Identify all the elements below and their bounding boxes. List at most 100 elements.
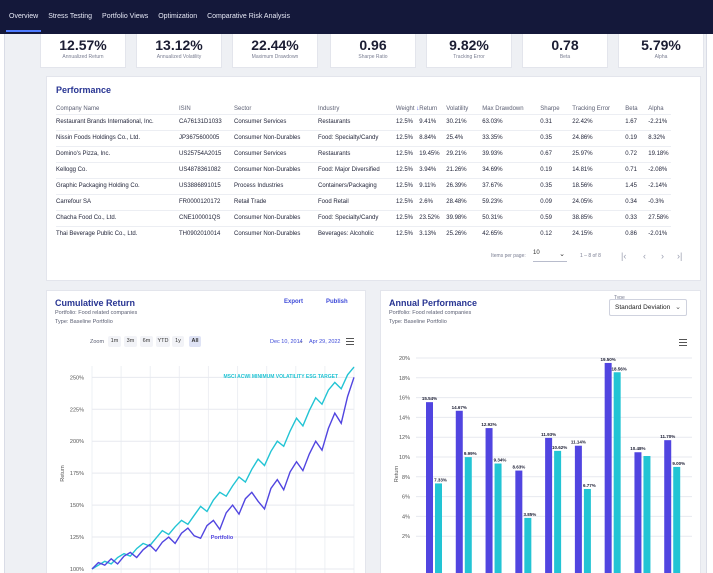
column-header[interactable]: Beta xyxy=(625,104,648,114)
zoom-1m-button[interactable]: 1m xyxy=(108,336,121,347)
table-cell: 8.32% xyxy=(648,129,672,146)
zoom-ytd-button[interactable]: YTD xyxy=(156,336,170,347)
chart-menu-icon[interactable] xyxy=(679,339,687,346)
column-header[interactable]: Volatility xyxy=(446,104,482,114)
bar-data-label: 7.33% xyxy=(434,477,447,482)
column-header[interactable]: Tracking Error xyxy=(572,104,625,114)
table-row[interactable]: Restaurant Brands International, Inc. CA7… xyxy=(56,113,672,130)
metric-value: 0.96 xyxy=(359,37,387,53)
items-per-page-label: Items per page: xyxy=(491,253,526,259)
column-header[interactable]: Sharpe xyxy=(540,104,572,114)
zoom-all-button[interactable]: All xyxy=(189,336,201,347)
column-header-label: Industry xyxy=(318,105,340,112)
table-cell: US25754A2015 xyxy=(179,145,234,162)
chart-menu-icon[interactable] xyxy=(346,338,354,345)
zoom-3m-button[interactable]: 3m xyxy=(124,336,137,347)
top-navigation-bar: Overview Stress Testing Portfolio Views Opt… xyxy=(0,0,713,34)
table-cell: 8.84% xyxy=(419,129,447,146)
column-header[interactable]: ISIN xyxy=(179,104,234,114)
bar[interactable] xyxy=(426,402,433,573)
tab-stress-testing[interactable]: Stress Testing xyxy=(43,0,97,34)
bar[interactable] xyxy=(455,410,463,573)
column-header-label: Max Drawdown xyxy=(482,105,524,112)
table-cell: Carrefour SA xyxy=(56,193,179,210)
last-page-icon[interactable]: ›| xyxy=(677,252,682,261)
column-header-label: Beta xyxy=(625,105,638,112)
table-cell: Consumer Non-Durables xyxy=(234,225,318,242)
table-cell: 23.52% xyxy=(419,209,447,226)
table-row[interactable]: Chacha Food Co., Ltd. CNE100001QS Consumer… xyxy=(56,209,672,226)
type-select[interactable]: Standard Deviation ⌄ xyxy=(609,299,687,316)
bar[interactable] xyxy=(485,428,493,573)
bar[interactable] xyxy=(554,450,562,573)
series-label-benchmark: MSCI ACWI MINIMUM VOLATILITY ESG TARGET xyxy=(223,374,338,380)
bar[interactable] xyxy=(634,452,642,573)
column-header-label: Volatility xyxy=(446,105,469,112)
metric-card: 9.82% Tracking Error xyxy=(426,34,512,68)
table-cell: JP3675600005 xyxy=(179,129,234,146)
bar-data-label: 11.93% xyxy=(541,432,556,437)
zoom-1y-button[interactable]: 1y xyxy=(172,336,184,347)
next-page-icon[interactable]: › xyxy=(661,252,664,261)
column-header[interactable]: Alpha xyxy=(648,104,671,114)
table-cell: CNE100001QS xyxy=(179,209,234,226)
bar[interactable] xyxy=(435,483,442,573)
bar[interactable] xyxy=(613,372,621,573)
bar-data-label: 10.62% xyxy=(552,445,567,450)
zoom-6m-button[interactable]: 6m xyxy=(140,336,153,347)
performance-card: Performance Company Name ISIN Sector Indust… xyxy=(46,76,701,281)
bar[interactable] xyxy=(643,456,651,573)
bar[interactable] xyxy=(574,445,582,573)
y-tick-label: 18% xyxy=(399,376,410,382)
bar[interactable] xyxy=(673,466,681,573)
table-row[interactable]: Nissin Foods Holdings Co., Ltd. JP3675600… xyxy=(56,129,672,146)
table-cell: 12.5% xyxy=(396,161,420,178)
series-label-portfolio: Portfolio xyxy=(211,535,234,541)
tab-overview[interactable]: Overview xyxy=(4,0,43,34)
column-header[interactable]: Weight ↓ xyxy=(396,104,419,114)
table-cell: 0.59 xyxy=(540,209,573,226)
range-to[interactable]: Apr 29, 2022 xyxy=(309,339,341,345)
column-header[interactable]: Industry xyxy=(318,104,396,114)
column-header[interactable]: Company Name xyxy=(56,104,179,114)
bar[interactable] xyxy=(524,517,532,573)
bar-data-label: 11.14% xyxy=(571,440,586,445)
table-row[interactable]: Domino's Pizza, Inc. US25754A2015 Consumer… xyxy=(56,145,672,162)
column-header[interactable]: Return xyxy=(419,104,446,114)
cumulative-return-chart: 100% 125% 150% 175% 200% 225% 250% Return MSCI A… xyxy=(60,366,355,573)
table-cell: 19.18% xyxy=(648,145,672,162)
bar[interactable] xyxy=(664,440,672,573)
tab-comparative-risk-analysis[interactable]: Comparative Risk Analysis xyxy=(202,0,295,34)
table-row[interactable]: Carrefour SA FR0000120172 Retail Trade Food… xyxy=(56,193,672,210)
prev-page-icon[interactable]: ‹ xyxy=(643,252,646,261)
table-cell: 22.42% xyxy=(572,113,626,130)
tab-portfolio-views[interactable]: Portfolio Views xyxy=(97,0,153,34)
table-cell: Thai Beverage Public Co., Ltd. xyxy=(56,225,179,242)
table-cell: 1.45 xyxy=(625,177,649,194)
column-header[interactable]: Max Drawdown xyxy=(482,104,540,114)
tab-optimization[interactable]: Optimization xyxy=(153,0,202,34)
table-row[interactable]: Graphic Packaging Holding Co. US388689101… xyxy=(56,177,672,194)
metric-card: 5.79% Alpha xyxy=(618,34,704,68)
table-cell: Domino's Pizza, Inc. xyxy=(56,145,179,162)
metric-value: 22.44% xyxy=(251,37,299,53)
chevron-down-icon: ⌄ xyxy=(675,304,681,311)
bar[interactable] xyxy=(604,362,612,573)
bar[interactable] xyxy=(515,470,523,573)
publish-button[interactable]: Publish xyxy=(326,299,348,305)
table-cell: 26.39% xyxy=(446,177,483,194)
items-per-page-select[interactable]: 10 ⌄ xyxy=(533,250,567,262)
y-tick-label: 4% xyxy=(402,514,410,520)
first-page-icon[interactable]: |‹ xyxy=(621,252,626,261)
bar[interactable] xyxy=(494,463,502,573)
bar[interactable] xyxy=(545,437,553,573)
column-header[interactable]: Sector xyxy=(234,104,318,114)
export-button[interactable]: Export xyxy=(284,299,303,305)
bar[interactable] xyxy=(464,457,472,573)
bar[interactable] xyxy=(583,488,591,573)
table-cell: 28.48% xyxy=(446,193,483,210)
table-row[interactable]: Thai Beverage Public Co., Ltd. TH09020100… xyxy=(56,225,672,242)
table-row[interactable]: Kellogg Co. US4878361082 Consumer Non-Dura… xyxy=(56,161,672,178)
table-cell: -2.21% xyxy=(648,113,672,130)
y-axis-label: Return xyxy=(394,466,400,483)
